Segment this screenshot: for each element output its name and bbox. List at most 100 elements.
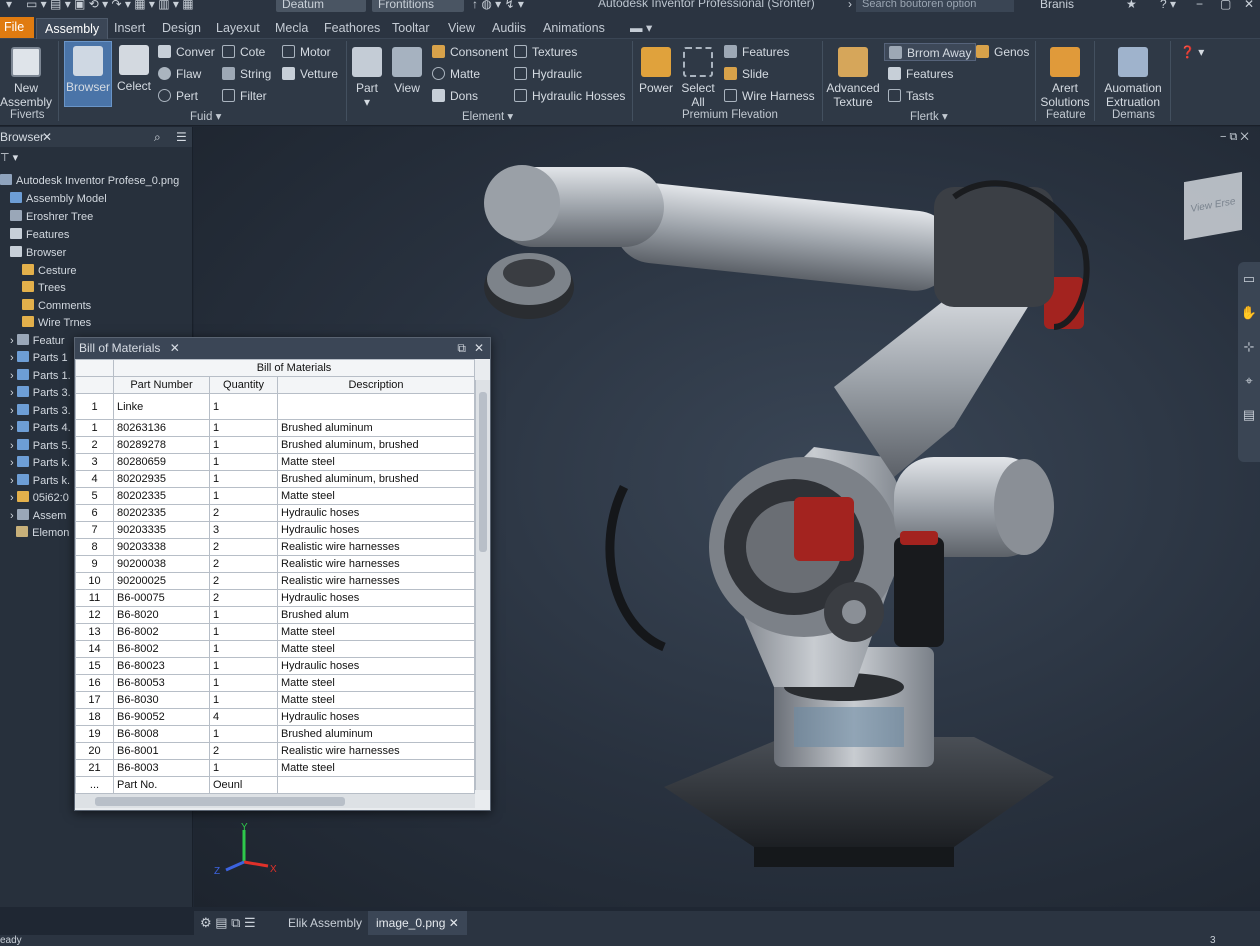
viewport-window-controls[interactable]: − ⧉ ✕: [1220, 131, 1249, 144]
column-header-part-number[interactable]: Part Number: [113, 376, 210, 394]
tab-layout[interactable]: Layexut: [216, 18, 260, 39]
tab-feathores[interactable]: Feathores: [324, 18, 380, 39]
brrom-away-button[interactable]: Brrom Away: [884, 43, 977, 61]
advanced-texture-button[interactable]: Advanced Texture: [826, 43, 880, 109]
tab-view[interactable]: View: [448, 18, 475, 39]
tree-item[interactable]: › Assem: [10, 508, 66, 525]
tree-item[interactable]: Assembly Model: [10, 191, 107, 208]
column-header-index[interactable]: [75, 376, 114, 394]
string-button[interactable]: String: [222, 65, 271, 83]
table-row[interactable]: 15 B6-80023 1 Hydraulic hoses: [75, 657, 475, 675]
tab-design[interactable]: Design: [162, 18, 201, 39]
tree-item[interactable]: Elemon: [10, 525, 69, 542]
view-cube[interactable]: View Erse: [1184, 171, 1242, 241]
tree-item[interactable]: › Parts 1.: [10, 368, 71, 385]
appearance-combo[interactable]: Frontitions: [372, 0, 464, 12]
table-row[interactable]: 12 B6-8020 1 Brushed alum: [75, 606, 475, 624]
browser-tab[interactable]: Browser: [0, 127, 44, 147]
tab-extra-icon[interactable]: ▬ ▾: [630, 18, 652, 39]
table-row[interactable]: 10 90200025 2 Realistic wire harnesses: [75, 572, 475, 590]
search-arrow-icon[interactable]: ›: [848, 0, 852, 11]
user-name[interactable]: Branis: [1040, 0, 1074, 11]
wire-harness-button[interactable]: Wire Harness: [724, 87, 815, 105]
select-all-button[interactable]: Select All: [678, 43, 718, 109]
filter-button[interactable]: Filter: [222, 87, 267, 105]
tab-tooltar[interactable]: Tooltar: [392, 18, 430, 39]
bom-vertical-scrollbar[interactable]: [475, 380, 490, 790]
column-header-quantity[interactable]: Quantity: [209, 376, 278, 394]
new-assembly-button[interactable]: New Assembly: [0, 43, 52, 109]
flaw-button[interactable]: Flaw: [158, 65, 201, 83]
tab-audiis[interactable]: Audiis: [492, 18, 526, 39]
cote-button[interactable]: Cote: [222, 43, 265, 61]
vetture-button[interactable]: Vetture: [282, 65, 338, 83]
tab-assembly[interactable]: Assembly: [36, 18, 109, 39]
table-row[interactable]: 11 B6-00075 2 Hydraulic hoses: [75, 589, 475, 607]
table-row[interactable]: ... Part No. Oeunl: [75, 776, 475, 794]
table-row[interactable]: 18 B6-90052 4 Hydraulic hoses: [75, 708, 475, 726]
pert-button[interactable]: Pert: [158, 87, 198, 105]
favorites-icon[interactable]: ★: [1126, 0, 1137, 11]
tab-animations[interactable]: Animations: [543, 18, 605, 39]
tree-folder[interactable]: Comments: [22, 298, 91, 315]
tree-item[interactable]: › Parts 1: [10, 350, 68, 367]
arert-solutions-button[interactable]: Arert Solutions: [1038, 43, 1092, 109]
table-row[interactable]: 8 90203338 2 Realistic wire harnesses: [75, 538, 475, 556]
tree-root[interactable]: Autodesk Inventor Profese_0.png: [0, 173, 179, 190]
table-row[interactable]: 9 90200038 2 Realistic wire harnesses: [75, 555, 475, 573]
tree-item[interactable]: › Parts 4.: [10, 420, 71, 437]
textures-button[interactable]: Textures: [514, 43, 577, 61]
matte-button[interactable]: Matte: [432, 65, 480, 83]
ribbon-help-icon[interactable]: ❓ ▾: [1180, 43, 1204, 61]
table-row[interactable]: 14 B6-8002 1 Matte steel: [75, 640, 475, 658]
doc-tab-image[interactable]: image_0.png ✕: [368, 911, 467, 935]
browser-button[interactable]: Browser: [64, 41, 112, 107]
bom-horizontal-scrollbar[interactable]: [75, 793, 475, 808]
table-row[interactable]: 6 80202335 2 Hydraulic hoses: [75, 504, 475, 522]
conver-button[interactable]: Conver: [158, 43, 215, 61]
doc-tab-assembly[interactable]: Elik Assembly: [288, 916, 362, 930]
consonent-button[interactable]: Consonent: [432, 43, 508, 61]
table-row[interactable]: 4 80202935 1 Brushed aluminum, brushed: [75, 470, 475, 488]
slide-button[interactable]: Slide: [724, 65, 769, 83]
bom-title-bar[interactable]: Bill of Materials ✕ ⧉ ✕: [75, 338, 490, 359]
tree-folder[interactable]: Cesture: [22, 263, 77, 280]
part-button[interactable]: Part ▾: [350, 43, 384, 109]
bom-tab-close-icon[interactable]: ✕: [170, 341, 180, 355]
automation-extrusion-button[interactable]: Auomation Extruation: [1098, 43, 1168, 109]
search-icon[interactable]: ⌕: [154, 127, 161, 147]
table-row[interactable]: 1 80263136 1 Brushed aluminum: [75, 419, 475, 437]
tree-item[interactable]: › Parts 5.: [10, 438, 71, 455]
table-row[interactable]: 16 B6-80053 1 Matte steel: [75, 674, 475, 692]
power-button[interactable]: Power: [636, 43, 676, 95]
tree-item[interactable]: Features: [10, 227, 69, 244]
menu-icon[interactable]: ☰: [176, 127, 187, 147]
dons-button[interactable]: Dons: [432, 87, 478, 105]
close-button[interactable]: ✕: [1244, 0, 1254, 11]
tree-folder[interactable]: Wire Trnes: [22, 315, 91, 332]
table-row[interactable]: 1 Linke 1: [75, 393, 475, 420]
view-button[interactable]: View: [390, 43, 424, 95]
tree-item[interactable]: Eroshrer Tree: [10, 209, 93, 226]
tab-mecla[interactable]: Mecla: [275, 18, 308, 39]
table-row[interactable]: 3 80280659 1 Matte steel: [75, 453, 475, 471]
table-row[interactable]: 17 B6-8030 1 Matte steel: [75, 691, 475, 709]
tree-item[interactable]: Browser: [10, 245, 66, 262]
doc-tab-icons[interactable]: ⚙ ▤ ⧉ ☰: [200, 915, 256, 931]
table-row[interactable]: 2 80289278 1 Brushed aluminum, brushed: [75, 436, 475, 454]
tree-item[interactable]: › 05i62:0: [10, 490, 69, 507]
tab-file[interactable]: File: [0, 17, 34, 38]
hydraulic-button[interactable]: Hydraulic: [514, 65, 582, 83]
tab-insert[interactable]: Insert: [114, 18, 145, 39]
maximize-button[interactable]: ▢: [1220, 0, 1231, 11]
navigation-bar[interactable]: ▭ ✋ ⊹ ⌖ ▤: [1238, 262, 1260, 462]
app-menu-icon[interactable]: ▾: [6, 0, 12, 11]
quick-tools-icons[interactable]: ↑ ◍ ▾ ↯ ▾: [472, 0, 524, 11]
minimize-button[interactable]: −: [1196, 0, 1203, 11]
table-row[interactable]: 21 B6-8003 1 Matte steel: [75, 759, 475, 777]
tree-item[interactable]: › Parts 3.: [10, 403, 71, 420]
tree-item[interactable]: › Parts k.: [10, 455, 70, 472]
bill-of-materials-window[interactable]: Bill of Materials ✕ ⧉ ✕ Bill of Material…: [74, 337, 491, 811]
group-label-element[interactable]: Element ▾: [462, 109, 513, 123]
group-label-flertk[interactable]: Flertk ▾: [910, 109, 948, 123]
